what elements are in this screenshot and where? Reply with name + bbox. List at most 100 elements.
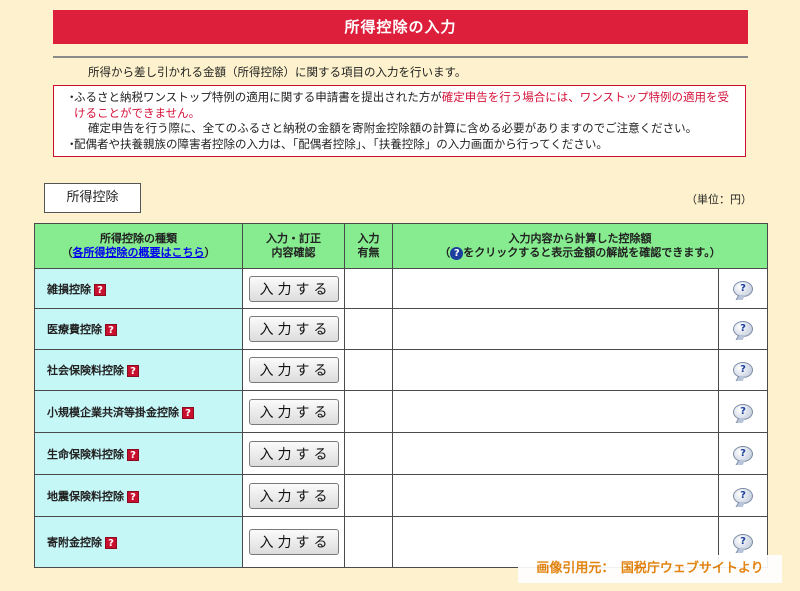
paren-open: （ (439, 246, 451, 259)
entry-cell: 入力する (242, 390, 345, 433)
entry-cell: 入力する (242, 268, 345, 309)
explain-bubble-icon[interactable]: ? (733, 280, 753, 297)
page-title: 所得控除の入力 (53, 10, 748, 44)
calculated-amount-cell (392, 308, 719, 350)
header-has-line2: 有無 (357, 246, 380, 259)
notice-text: 配偶者や扶養親族の障害者控除の入力は、「配偶者控除」、「扶養控除」の入力画面から… (74, 136, 608, 151)
enter-button[interactable]: 入力する (248, 316, 339, 342)
has-input-cell (344, 474, 393, 517)
help-icon[interactable]: ? (182, 406, 194, 419)
deduction-name: 医療費控除 (47, 323, 102, 336)
deduction-name: 寄附金控除 (47, 536, 102, 549)
enter-button[interactable]: 入力する (248, 529, 339, 555)
calculated-amount-cell (392, 390, 719, 433)
has-input-cell (344, 516, 393, 568)
header-type-link-line: （各所得控除の概要はこちら） (35, 246, 242, 260)
notice-item: ・ ふるさと納税ワンストップ特例の適用に関する申請書を提出された方が確定申告を行… (54, 90, 745, 121)
enter-button[interactable]: 入力する (248, 482, 339, 509)
header-calc-note: をクリックすると表示金額の解説を確認できます。） (463, 246, 721, 259)
enter-button[interactable]: 入力する (248, 440, 339, 467)
table-row: 生命保険料控除? 入力する? (34, 432, 768, 475)
header-entry: 入力・訂正 内容確認 (242, 223, 345, 269)
explain-cell: ? (718, 349, 768, 391)
explain-cell: ? (718, 474, 768, 517)
header-calc-line1: 入力内容から計算した控除額 (508, 232, 652, 245)
header-deduction-type: 所得控除の種類 （各所得控除の概要はこちら） (34, 223, 243, 269)
notice-text: 確定申告を行う際に、全てのふるさと納税の金額を寄附金控除額の計算に含める必要があ… (88, 121, 698, 135)
header-entry-line1: 入力・訂正 (266, 232, 321, 245)
header-calculated-amount: 入力内容から計算した控除額 （? をクリックすると表示金額の解説を確認できます。） (392, 223, 768, 269)
intro-text: 所得から差し引かれる金額（所得控除）に関する項目の入力を行います。 (88, 65, 467, 79)
deduction-name: 雑損控除 (47, 282, 91, 296)
help-icon[interactable]: ? (105, 537, 117, 549)
unit-label: （単位：円） (686, 193, 752, 206)
header-has-input: 入力 有無 (344, 223, 393, 269)
notice-item: ・ 配偶者や扶養親族の障害者控除の入力は、「配偶者控除」、「扶養控除」の入力画面… (54, 137, 745, 153)
has-input-cell (344, 432, 393, 475)
help-icon[interactable]: ? (127, 365, 139, 377)
explain-bubble-icon[interactable]: ? (733, 487, 753, 504)
has-input-cell (344, 268, 393, 309)
header-calc-line2: （? をクリックすると表示金額の解説を確認できます。） (393, 246, 767, 260)
entry-cell: 入力する (242, 432, 345, 475)
explain-cell: ? (718, 390, 768, 433)
title-divider (53, 56, 748, 58)
has-input-cell (344, 390, 393, 433)
calculated-amount-cell (392, 474, 719, 517)
notice-box: ・ ふるさと納税ワンストップ特例の適用に関する申請書を提出された方が確定申告を行… (53, 85, 746, 157)
notice-text: ふるさと納税ワンストップ特例の適用に関する申請書を提出された方が (74, 90, 442, 104)
table-row: 医療費控除? 入力する? (34, 308, 768, 350)
help-icon[interactable]: ? (127, 448, 139, 461)
notice-item-continuation: 確定申告を行う際に、全てのふるさと納税の金額を寄附金控除額の計算に含める必要があ… (54, 121, 745, 137)
entry-cell: 入力する (242, 308, 345, 350)
deduction-name-cell: 医療費控除? (34, 308, 243, 350)
overview-link[interactable]: 各所得控除の概要はこちら (73, 246, 205, 259)
deduction-name-cell: 地震保険料控除? (34, 474, 243, 517)
explain-cell: ? (718, 268, 768, 309)
deduction-name: 生命保険料控除 (47, 447, 124, 461)
deduction-name: 社会保険料控除 (47, 364, 124, 377)
explain-cell: ? (718, 432, 768, 475)
explain-bubble-icon[interactable]: ? (733, 445, 753, 462)
header-type-title: 所得控除の種類 (100, 232, 177, 245)
table-row: 雑損控除? 入力する? (34, 268, 768, 309)
question-icon: ? (450, 246, 464, 260)
deduction-table: 所得控除の種類 （各所得控除の概要はこちら） 入力・訂正 内容確認 入力 有無 … (34, 223, 768, 568)
help-icon[interactable]: ? (127, 490, 139, 503)
enter-button[interactable]: 入力する (248, 275, 339, 302)
has-input-cell (344, 308, 393, 350)
explain-bubble-icon[interactable]: ? (733, 362, 753, 378)
image-credit: 画像引用元： 国税庁ウェブサイトより (518, 555, 782, 583)
explain-bubble-icon[interactable]: ? (733, 321, 753, 337)
table-header-row: 所得控除の種類 （各所得控除の概要はこちら） 入力・訂正 内容確認 入力 有無 … (34, 223, 768, 269)
deduction-name-cell: 寄附金控除? (34, 516, 243, 568)
paren-open: （ (61, 246, 73, 259)
table-row: 社会保険料控除? 入力する? (34, 349, 768, 391)
help-icon[interactable]: ? (94, 283, 106, 296)
header-entry-line2: 内容確認 (271, 246, 316, 259)
header-has-line1: 入力 (357, 232, 380, 245)
calculated-amount-cell (392, 268, 719, 309)
section-label: 所得控除 (44, 183, 141, 213)
deduction-name-cell: 小規模企業共済等掛金控除? (34, 390, 243, 433)
enter-button[interactable]: 入力する (248, 357, 339, 383)
deduction-name-cell: 雑損控除? (34, 268, 243, 309)
calculated-amount-cell (392, 349, 719, 391)
calculated-amount-cell (392, 432, 719, 475)
entry-cell: 入力する (242, 516, 345, 568)
notice-bullet: ・ (66, 90, 78, 104)
paren-close: ） (204, 246, 216, 259)
deduction-name-cell: 社会保険料控除? (34, 349, 243, 391)
table-row: 地震保険料控除? 入力する? (34, 474, 768, 517)
entry-cell: 入力する (242, 474, 345, 517)
explain-cell: ? (718, 308, 768, 350)
entry-cell: 入力する (242, 349, 345, 391)
explain-bubble-icon[interactable]: ? (733, 534, 753, 550)
enter-button[interactable]: 入力する (248, 398, 339, 425)
explain-bubble-icon[interactable]: ? (733, 403, 753, 420)
notice-bullet: ・ (66, 136, 78, 151)
has-input-cell (344, 349, 393, 391)
deduction-name-cell: 生命保険料控除? (34, 432, 243, 475)
deduction-name: 小規模企業共済等掛金控除 (47, 405, 179, 419)
help-icon[interactable]: ? (105, 324, 117, 336)
